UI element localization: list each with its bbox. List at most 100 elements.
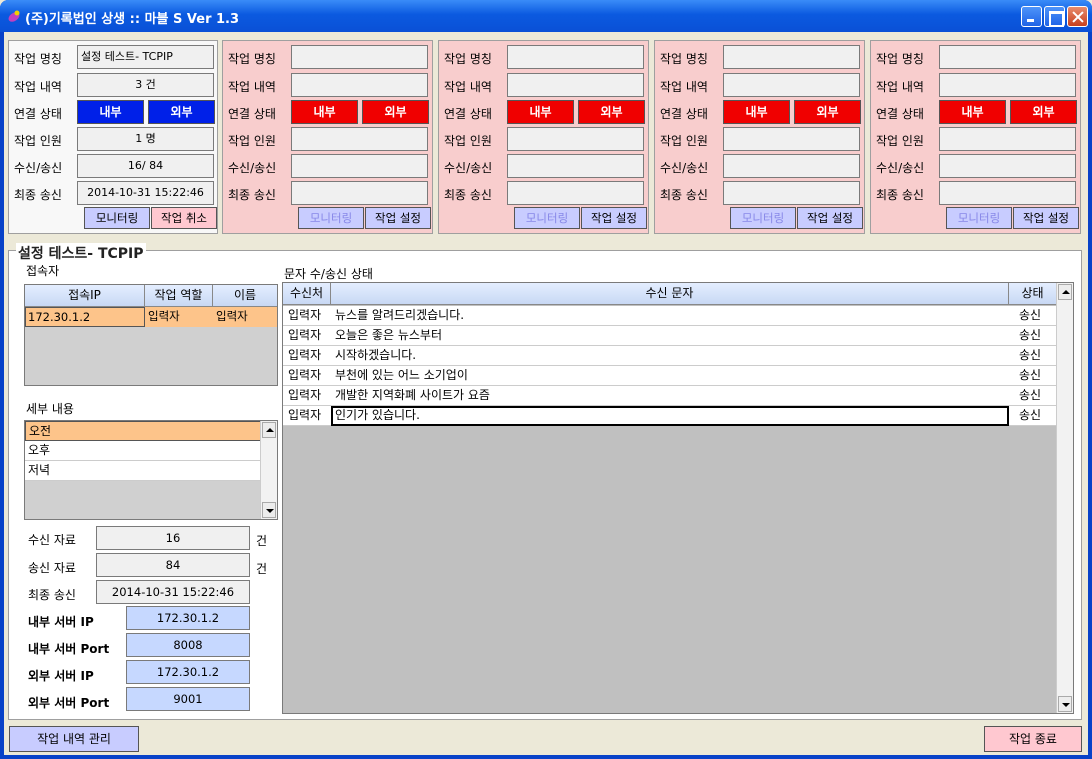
list-item[interactable]: 오전 — [25, 421, 261, 441]
scroll-up-arrow-icon[interactable] — [1058, 284, 1072, 300]
task-setup-button[interactable]: 작업 설정 — [365, 207, 431, 229]
task-setup-button[interactable]: 작업 설정 — [797, 207, 863, 229]
task-history-field[interactable] — [723, 73, 860, 97]
message-status-grid[interactable]: 수신처 수신 문자 상태 입력자 뉴스를 알려드리겠습니다. 송신 입력자 오늘은 좋… — [282, 282, 1074, 714]
task-setup-button[interactable]: 작업 설정 — [581, 207, 647, 229]
col-header-name[interactable]: 이름 — [213, 285, 277, 307]
internal-status-button[interactable]: 내부 — [77, 100, 144, 124]
table-row[interactable]: 입력자 오늘은 좋은 뉴스부터 송신 — [283, 326, 1057, 346]
table-row[interactable]: 입력자 부천에 있는 어느 소기업이 송신 — [283, 366, 1057, 386]
conn-status-label: 연결 상태 — [444, 107, 492, 121]
col-header-status[interactable]: 상태 — [1009, 283, 1057, 305]
external-status-button[interactable]: 외부 — [578, 100, 645, 124]
col-header-message[interactable]: 수신 문자 — [331, 283, 1009, 305]
members-field[interactable] — [291, 127, 428, 151]
monitoring-button[interactable]: 모니터링 — [946, 207, 1012, 229]
conn-cell-name[interactable]: 입력자 — [213, 307, 277, 327]
table-row[interactable]: 입력자 개발한 지역화폐 사이트가 요즘 송신 — [283, 386, 1057, 406]
internal-ip-field[interactable]: 172.30.1.2 — [126, 606, 250, 630]
monitoring-button[interactable]: 모니터링 — [514, 207, 580, 229]
internal-status-button[interactable]: 내부 — [291, 100, 358, 124]
rxtx-field[interactable] — [291, 154, 428, 178]
status-cell: 송신 — [1019, 368, 1042, 382]
rxtx-field[interactable] — [939, 154, 1076, 178]
task-setup-button[interactable]: 작업 설정 — [1013, 207, 1079, 229]
last-sent-field[interactable] — [291, 181, 428, 205]
title-bar[interactable]: (주)기록법인 상생 :: 마블 S Ver 1.3 — [0, 0, 1092, 32]
manage-history-button[interactable]: 작업 내역 관리 — [9, 726, 139, 752]
close-button[interactable] — [1067, 6, 1088, 27]
task-history-label: 작업 내역 — [444, 80, 492, 94]
task-name-field[interactable] — [507, 45, 644, 69]
exit-task-button[interactable]: 작업 종료 — [984, 726, 1082, 752]
task-history-label: 작업 내역 — [14, 80, 62, 94]
rxtx-label: 수신/송신 — [228, 161, 277, 175]
rx-data-field[interactable]: 16 — [96, 526, 250, 550]
connected-users-list[interactable]: 접속IP 작업 역할 이름 172.30.1.2 입력자 입력자 — [24, 284, 278, 386]
task-name-label: 작업 명칭 — [444, 52, 492, 66]
external-port-field[interactable]: 9001 — [126, 687, 250, 711]
list-item[interactable]: 저녁 — [25, 461, 261, 481]
internal-status-button[interactable]: 내부 — [723, 100, 790, 124]
members-label: 작업 인원 — [228, 134, 276, 148]
internal-status-button[interactable]: 내부 — [507, 100, 574, 124]
last-sent-field[interactable] — [939, 181, 1076, 205]
members-field[interactable] — [507, 127, 644, 151]
col-header-recipient[interactable]: 수신처 — [283, 283, 331, 305]
conn-cell-role[interactable]: 입력자 — [145, 307, 213, 327]
tx-data-field[interactable]: 84 — [96, 553, 250, 577]
task-history-field[interactable] — [507, 73, 644, 97]
last-sent-field[interactable]: 2014-10-31 15:22:46 — [77, 181, 214, 205]
message-cell: 부천에 있는 어느 소기업이 — [335, 368, 468, 382]
sub-detail-scrollbar[interactable] — [260, 421, 277, 519]
task-history-field[interactable] — [939, 73, 1076, 97]
col-header-ip[interactable]: 접속IP — [25, 285, 145, 307]
internal-port-field[interactable]: 8008 — [126, 633, 250, 657]
tx-unit: 건 — [256, 562, 268, 576]
external-ip-field[interactable]: 172.30.1.2 — [126, 660, 250, 684]
task-name-field[interactable] — [723, 45, 860, 69]
external-status-button[interactable]: 외부 — [794, 100, 861, 124]
task-name-field[interactable] — [291, 45, 428, 69]
app-icon — [8, 10, 20, 22]
scroll-down-arrow-icon[interactable] — [262, 502, 276, 518]
rxtx-field[interactable] — [507, 154, 644, 178]
table-row[interactable]: 입력자 인기가 있습니다. 송신 — [283, 406, 1057, 426]
list-item[interactable]: 오후 — [25, 441, 261, 461]
task-name-field[interactable]: 설정 테스트- TCPIP — [77, 45, 214, 69]
external-status-button[interactable]: 외부 — [362, 100, 429, 124]
external-status-button[interactable]: 외부 — [1010, 100, 1077, 124]
task-name-field[interactable] — [939, 45, 1076, 69]
col-header-role[interactable]: 작업 역할 — [145, 285, 213, 307]
maximize-button[interactable] — [1044, 6, 1065, 27]
internal-ip-label: 내부 서버 IP — [28, 615, 94, 629]
task-history-field[interactable] — [291, 73, 428, 97]
members-label: 작업 인원 — [444, 134, 492, 148]
minimize-button[interactable] — [1021, 6, 1042, 27]
scroll-down-arrow-icon[interactable] — [1058, 696, 1072, 712]
monitoring-button[interactable]: 모니터링 — [84, 207, 150, 229]
scroll-up-arrow-icon[interactable] — [262, 422, 276, 438]
last-sent-label: 최종 송신 — [14, 188, 62, 202]
task-history-field[interactable]: 3 건 — [77, 73, 214, 97]
cancel-task-button[interactable]: 작업 취소 — [151, 207, 217, 229]
members-field[interactable]: 1 명 — [77, 127, 214, 151]
monitoring-button[interactable]: 모니터링 — [730, 207, 796, 229]
message-grid-scrollbar[interactable] — [1056, 283, 1073, 713]
monitoring-button[interactable]: 모니터링 — [298, 207, 364, 229]
members-field[interactable] — [939, 127, 1076, 151]
members-label: 작업 인원 — [876, 134, 924, 148]
last-sent-field[interactable] — [507, 181, 644, 205]
last-sent-field[interactable]: 2014-10-31 15:22:46 — [96, 580, 250, 604]
conn-cell-ip[interactable]: 172.30.1.2 — [25, 307, 145, 327]
last-sent-field[interactable] — [723, 181, 860, 205]
table-row[interactable]: 입력자 뉴스를 알려드리겠습니다. 송신 — [283, 306, 1057, 326]
external-status-button[interactable]: 외부 — [148, 100, 215, 124]
message-cell: 인기가 있습니다. — [335, 408, 420, 422]
members-field[interactable] — [723, 127, 860, 151]
internal-status-button[interactable]: 내부 — [939, 100, 1006, 124]
table-row[interactable]: 입력자 시작하겠습니다. 송신 — [283, 346, 1057, 366]
rxtx-field[interactable] — [723, 154, 860, 178]
rxtx-field[interactable]: 16/ 84 — [77, 154, 214, 178]
sub-detail-list[interactable]: 오전 오후 저녁 — [24, 420, 278, 520]
